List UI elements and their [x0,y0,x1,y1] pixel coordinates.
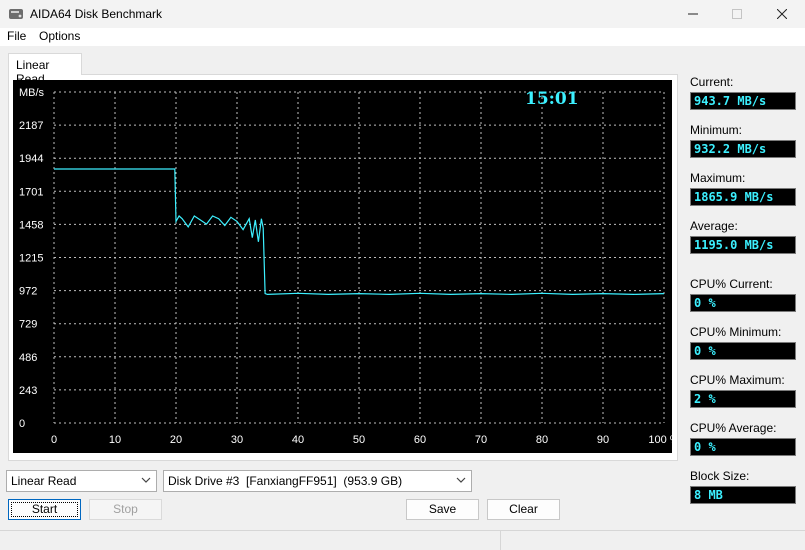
menu-file[interactable]: File [7,29,26,43]
minimum-value: 932.2 MB/s [690,140,796,158]
block-size-value: 8 MB [690,486,796,504]
cpu-average-value: 0 % [690,438,796,456]
current-value: 943.7 MB/s [690,92,796,110]
y-tick-label: 1944 [19,153,43,165]
chevron-down-icon [141,477,151,483]
y-tick-label: 972 [19,286,37,298]
average-label: Average: [690,219,738,233]
test-type-value: Linear Read [11,474,77,488]
x-tick-label: 70 [475,434,487,446]
time-label: 15:01 [525,89,579,109]
y-axis-label: MB/s [19,87,45,99]
stop-button[interactable]: Stop [89,499,162,520]
x-tick-label: 60 [414,434,426,446]
status-bar [0,530,805,550]
close-button[interactable] [759,0,805,28]
cpu-current-label: CPU% Current: [690,277,773,291]
cpu-minimum-value: 0 % [690,342,796,360]
x-tick-label: 20 [170,434,182,446]
test-type-select[interactable]: Linear Read [6,470,157,492]
maximum-label: Maximum: [690,171,746,185]
start-button[interactable]: Start [8,499,81,520]
status-divider [500,531,501,550]
tab-linear-read[interactable]: Linear Read [8,53,82,86]
y-tick-label: 243 [19,385,37,397]
x-tick-label: 50 [353,434,365,446]
y-tick-label: 1458 [19,219,43,231]
minimize-button[interactable] [670,0,716,28]
x-tick-label: 30 [231,434,243,446]
cpu-minimum-label: CPU% Minimum: [690,325,782,339]
maximum-value: 1865.9 MB/s [690,188,796,206]
x-tick-label: 40 [292,434,304,446]
y-tick-label: 0 [19,418,25,430]
cpu-average-label: CPU% Average: [690,421,777,435]
average-value: 1195.0 MB/s [690,236,796,254]
x-tick-label: 10 [109,434,121,446]
x-tick-label: 100 % [648,434,672,446]
current-label: Current: [690,75,734,89]
y-tick-label: 2187 [19,120,43,132]
maximize-icon [732,9,742,19]
window-title: AIDA64 Disk Benchmark [30,7,163,21]
cpu-maximum-label: CPU% Maximum: [690,373,785,387]
chart-svg: 0 10 20 30 40 50 60 70 80 90 100 % 0 243 486 729 972 121… [19,87,672,446]
close-icon [777,9,787,19]
menu-bar: File Options [0,28,805,46]
cpu-maximum-value: 2 % [690,390,796,408]
block-size-label: Block Size: [690,469,750,483]
maximize-button[interactable] [714,0,760,28]
x-tick-label: 80 [536,434,548,446]
drive-select[interactable]: Disk Drive #3 [FanxiangFF951] (953.9 GB) [163,470,472,492]
x-tick-label: 90 [597,434,609,446]
x-tick-label: 0 [51,434,57,446]
minimize-icon [688,13,698,15]
y-tick-label: 1215 [19,253,43,265]
menu-options[interactable]: Options [39,29,80,43]
disk-icon [9,9,23,19]
clear-button[interactable]: Clear [487,499,560,520]
save-button[interactable]: Save [406,499,479,520]
title-bar: AIDA64 Disk Benchmark [0,0,805,28]
benchmark-chart: 0 10 20 30 40 50 60 70 80 90 100 % 0 243 486 729 972 121… [13,80,672,453]
y-tick-label: 486 [19,352,37,364]
minimum-label: Minimum: [690,123,743,137]
chevron-down-icon [456,477,466,483]
cpu-current-value: 0 % [690,294,796,312]
y-tick-label: 1701 [19,186,43,198]
drive-value: Disk Drive #3 [FanxiangFF951] (953.9 GB) [168,474,403,488]
y-tick-label: 729 [19,319,37,331]
